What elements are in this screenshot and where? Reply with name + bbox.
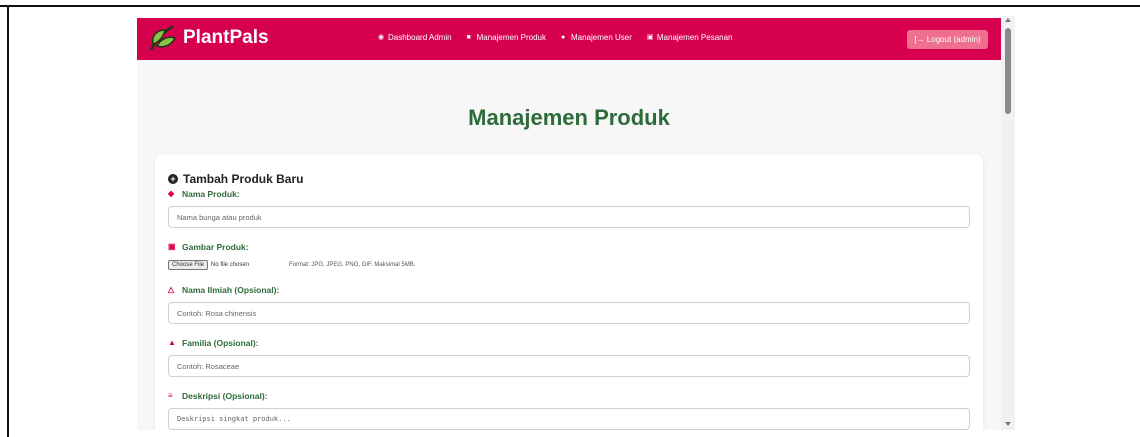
nav-dashboard-label: Dashboard Admin (388, 33, 452, 42)
scroll-thumb[interactable] (1005, 28, 1011, 114)
deskripsi-textarea[interactable]: Deskripsi singkat produk... (168, 408, 970, 430)
scroll-up-arrow-icon[interactable] (1005, 18, 1011, 22)
deskripsi-label-text: Deskripsi (Opsional): (182, 391, 268, 401)
nama-ilmiah-input[interactable]: Contoh: Rosa chinensis (168, 302, 970, 324)
brand-name: PlantPals (183, 27, 269, 48)
nama-produk-label: ◆ Nama Produk: (168, 189, 240, 199)
familia-label: ▲ Familia (Opsional): (168, 338, 259, 348)
nav-dashboard-admin[interactable]: ◉ Dashboard Admin (378, 33, 452, 42)
window-left-border (7, 7, 9, 437)
brand-logo[interactable]: PlantPals (147, 24, 269, 52)
nama-ilmiah-label-text: Nama Ilmiah (Opsional): (182, 285, 280, 295)
dashboard-icon: ◉ (378, 34, 385, 41)
image-icon: ▣ (168, 242, 176, 251)
page-title: Manajemen Produk (468, 105, 670, 130)
box-icon: ■ (466, 34, 471, 41)
sitemap-icon: ▲ (168, 338, 176, 347)
receipt-icon: ▣ (646, 34, 654, 41)
card-title: + Tambah Produk Baru (168, 172, 303, 186)
align-left-icon: ≡ (168, 391, 173, 400)
nav-manajemen-pesanan[interactable]: ▣ Manajemen Pesanan (647, 33, 733, 42)
browser-viewport: PlantPals ◉ Dashboard Admin ■ Manajemen … (137, 18, 1001, 430)
nav-manajemen-produk[interactable]: ■ Manajemen Produk (467, 33, 546, 42)
gambar-produk-label: ▣ Gambar Produk: (168, 242, 249, 252)
plus-circle-icon: + (168, 174, 178, 184)
choose-file-button[interactable]: Choose File (168, 260, 209, 270)
card-title-text: Tambah Produk Baru (183, 172, 304, 186)
file-format-hint: Format: JPG, JPEG, PNG, GIF. Maksimal 5M… (289, 262, 416, 268)
nav-user-label: Manajemen User (570, 33, 632, 42)
nama-produk-input[interactable]: Nama bunga atau produk (168, 206, 970, 228)
gambar-produk-label-text: Gambar Produk: (182, 242, 249, 252)
file-input: Choose File No file chosen Format: JPG, … (168, 260, 415, 270)
nama-ilmiah-label: △ Nama Ilmiah (Opsional): (168, 285, 279, 295)
no-file-text: No file chosen (211, 262, 250, 268)
tag-icon: ◆ (168, 189, 175, 198)
familia-input[interactable]: Contoh: Rosaceae (168, 355, 970, 377)
nav-links: ◉ Dashboard Admin ■ Manajemen Produk ● M… (378, 33, 748, 42)
nav-pesanan-label: Manajemen Pesanan (656, 33, 733, 42)
nav-manajemen-user[interactable]: ● Manajemen User (561, 33, 632, 42)
nama-produk-label-text: Nama Produk: (182, 189, 240, 199)
page-scrollbar[interactable] (1001, 16, 1015, 430)
deskripsi-label: ≡ Deskripsi (Opsional): (168, 391, 268, 401)
scroll-down-arrow-icon[interactable] (1005, 422, 1011, 426)
flask-icon: △ (168, 285, 175, 294)
navbar: PlantPals ◉ Dashboard Admin ■ Manajemen … (137, 18, 1001, 60)
familia-label-text: Familia (Opsional): (182, 338, 259, 348)
logout-button[interactable]: [→ Logout (admin) (907, 30, 988, 49)
leaf-icon (149, 24, 177, 51)
nav-produk-label: Manajemen Produk (476, 33, 546, 42)
users-icon: ● (560, 34, 566, 41)
window-top-border (0, 0, 1140, 7)
add-product-card: + Tambah Produk Baru ◆ Nama Produk: Nama… (155, 154, 983, 430)
